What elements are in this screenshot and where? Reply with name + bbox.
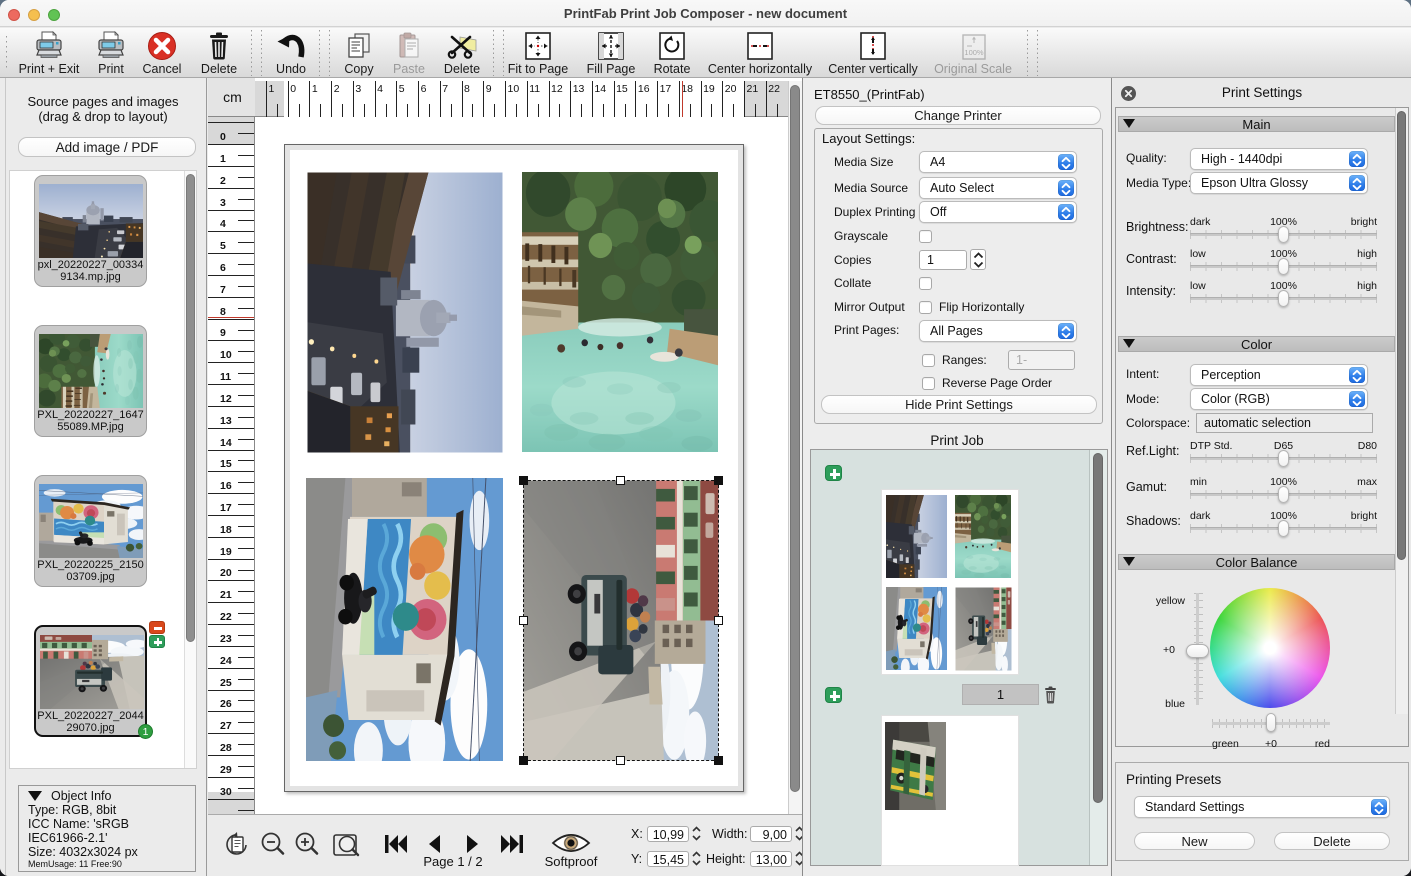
svg-text:100%: 100% <box>964 48 984 57</box>
